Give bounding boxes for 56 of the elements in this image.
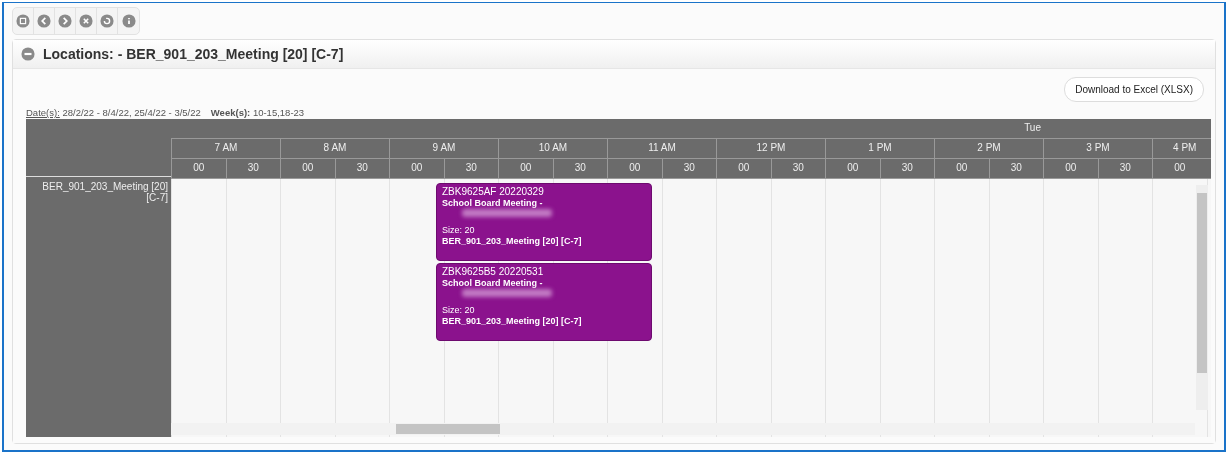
hour-header: 9 AM [389, 139, 498, 158]
dates-label: Date(s): [26, 107, 60, 118]
hour-header: 4 PM [1152, 139, 1211, 158]
booking-event[interactable]: ZBK9625AF 20220329 School Board Meeting - Size: 20 BER_901_203_Meeting [20] [C-7] [436, 183, 652, 261]
hour-header: 7 AM [171, 139, 280, 158]
room-name: BER_901_203_Meeting [20] [C-7] [41, 180, 169, 205]
back-icon [37, 14, 51, 28]
minute-header: 30 [879, 159, 934, 178]
event-size: Size: 20 [442, 225, 476, 235]
close-icon [79, 14, 93, 28]
minute-header: 30 [1097, 159, 1152, 178]
minute-header: 30 [443, 159, 498, 178]
event-location: BER_901_203_Meeting [20] [C-7] [442, 316, 583, 326]
minute-header: 30 [225, 159, 280, 178]
minute-header: 00 [171, 159, 226, 178]
booking-event[interactable]: ZBK9625B5 20220531 School Board Meeting - Size: 20 BER_901_203_Meeting [20] [C-7] [436, 263, 652, 341]
minute-header: 30 [334, 159, 389, 178]
hour-header: 2 PM [934, 139, 1043, 158]
day-header: Tue [1023, 121, 1042, 135]
minute-header: 00 [389, 159, 444, 178]
forward-icon [58, 14, 72, 28]
minute-header: 00 [498, 159, 553, 178]
minute-header: 30 [988, 159, 1043, 178]
hour-header: 1 PM [825, 139, 934, 158]
panel-title: Locations: - BER_901_203_Meeting [20] [C-7] [43, 46, 344, 62]
event-code: ZBK9625B5 20220531 [442, 266, 545, 277]
vertical-scrollbar[interactable] [1196, 185, 1208, 410]
hour-header: 3 PM [1043, 139, 1152, 158]
info-icon [121, 14, 136, 28]
download-excel-button[interactable]: Download to Excel (XLSX) [1064, 77, 1204, 102]
minute-header: 30 [661, 159, 716, 178]
minute-header: 30 [770, 159, 825, 178]
event-location: BER_901_203_Meeting [20] [C-7] [442, 236, 583, 246]
weeks-value: 10-15,18-23 [252, 107, 305, 118]
event-code: ZBK9625AF 20220329 [442, 186, 545, 197]
minute-header: 00 [934, 159, 989, 178]
hour-header: 12 PM [716, 139, 825, 158]
minute-header: 00 [1043, 159, 1098, 178]
minute-header: 00 [280, 159, 335, 178]
horizontal-scrollbar[interactable] [171, 423, 1195, 435]
minute-header: 00 [825, 159, 880, 178]
event-title: School Board Meeting - [442, 198, 544, 208]
event-title: School Board Meeting - [442, 278, 544, 288]
refresh-icon [100, 14, 114, 28]
dates-value: 28/2/22 - 8/4/22, 25/4/22 - 3/5/22 [62, 107, 201, 118]
minute-header: 00 [1152, 159, 1207, 178]
minute-header: 00 [607, 159, 662, 178]
weeks-label: Week(s): [210, 107, 251, 118]
minute-header: 00 [716, 159, 771, 178]
minute-header: 30 [552, 159, 607, 178]
collapse-icon[interactable] [21, 47, 35, 61]
square-icon [16, 14, 30, 28]
event-size: Size: 20 [442, 305, 476, 315]
hour-header: 11 AM [607, 139, 716, 158]
hour-header: 8 AM [280, 139, 389, 158]
hour-header: 10 AM [498, 139, 607, 158]
